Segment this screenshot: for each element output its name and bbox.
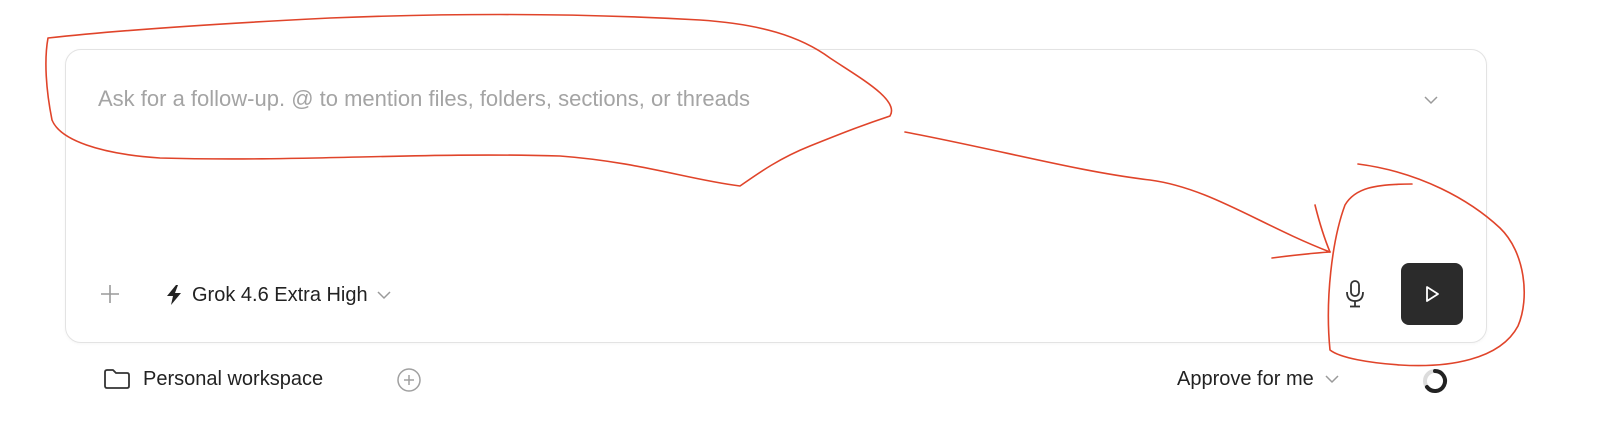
composer-box: Grok 4.6 Extra High [65, 49, 1487, 343]
chevron-down-icon [1325, 375, 1339, 384]
workspace-selector[interactable]: Personal workspace [103, 364, 323, 394]
loading-spinner-icon [1423, 369, 1447, 393]
prompt-input[interactable] [98, 84, 1378, 114]
model-label: Grok 4.6 Extra High [192, 283, 368, 306]
add-attachment-button[interactable] [98, 282, 122, 306]
model-selector[interactable]: Grok 4.6 Extra High [164, 280, 392, 310]
microphone-icon [1346, 280, 1364, 308]
expand-chevron-icon[interactable] [1421, 90, 1441, 110]
send-icon [1426, 286, 1439, 302]
workspace-label: Personal workspace [143, 367, 324, 390]
microphone-button[interactable] [1340, 276, 1370, 312]
send-button[interactable] [1401, 263, 1463, 325]
plus-circle-icon [397, 368, 421, 392]
add-workspace-button[interactable] [396, 367, 422, 393]
lightning-icon [167, 285, 181, 305]
folder-icon [104, 369, 130, 389]
chevron-down-icon [377, 291, 391, 300]
chat-composer-screen: Grok 4.6 Extra High Personal workspace [0, 0, 1604, 430]
plus-icon [101, 285, 119, 303]
approve-label: Approve for me [1177, 367, 1314, 390]
approve-mode-selector[interactable]: Approve for me [1177, 364, 1340, 394]
